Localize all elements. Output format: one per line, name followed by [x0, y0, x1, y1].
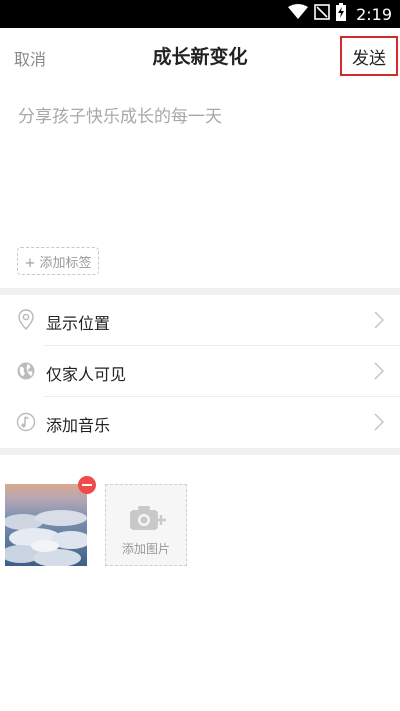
music-note-icon [16, 411, 36, 433]
cancel-button[interactable]: 取消 [14, 46, 46, 70]
clouds-photo [5, 484, 87, 566]
add-photo-button[interactable]: 添加图片 [105, 484, 187, 566]
option-label: 添加音乐 [46, 416, 111, 435]
add-photo-label: 添加图片 [121, 542, 170, 556]
no-signal-icon [314, 4, 330, 24]
chevron-right-icon [374, 413, 385, 431]
header: 取消 成长新变化 发送 [0, 28, 400, 84]
option-label: 显示位置 [46, 314, 111, 333]
option-show-location[interactable]: 显示位置 [0, 295, 400, 346]
camera-plus-icon [128, 503, 168, 537]
location-pin-icon [16, 309, 36, 331]
chevron-right-icon [374, 311, 385, 329]
option-label: 仅家人可见 [46, 365, 127, 384]
battery-charging-icon [336, 3, 347, 25]
remove-photo-button[interactable] [78, 476, 96, 494]
add-tag-button[interactable]: + 添加标签 [17, 247, 99, 275]
option-add-music[interactable]: 添加音乐 [0, 397, 400, 448]
section-divider [0, 288, 400, 295]
chevron-right-icon [374, 362, 385, 380]
section-divider [0, 448, 400, 455]
wifi-icon [288, 4, 309, 24]
photo-thumbnail[interactable] [5, 484, 87, 566]
globe-icon [16, 360, 36, 382]
send-button[interactable]: 发送 [340, 36, 398, 76]
status-bar: 2:19 [0, 0, 400, 28]
minus-icon [82, 484, 92, 486]
post-text-input[interactable] [18, 102, 382, 222]
option-family-only[interactable]: 仅家人可见 [0, 346, 400, 397]
status-time: 2:19 [356, 4, 392, 24]
status-icons: 2:19 [288, 0, 392, 28]
